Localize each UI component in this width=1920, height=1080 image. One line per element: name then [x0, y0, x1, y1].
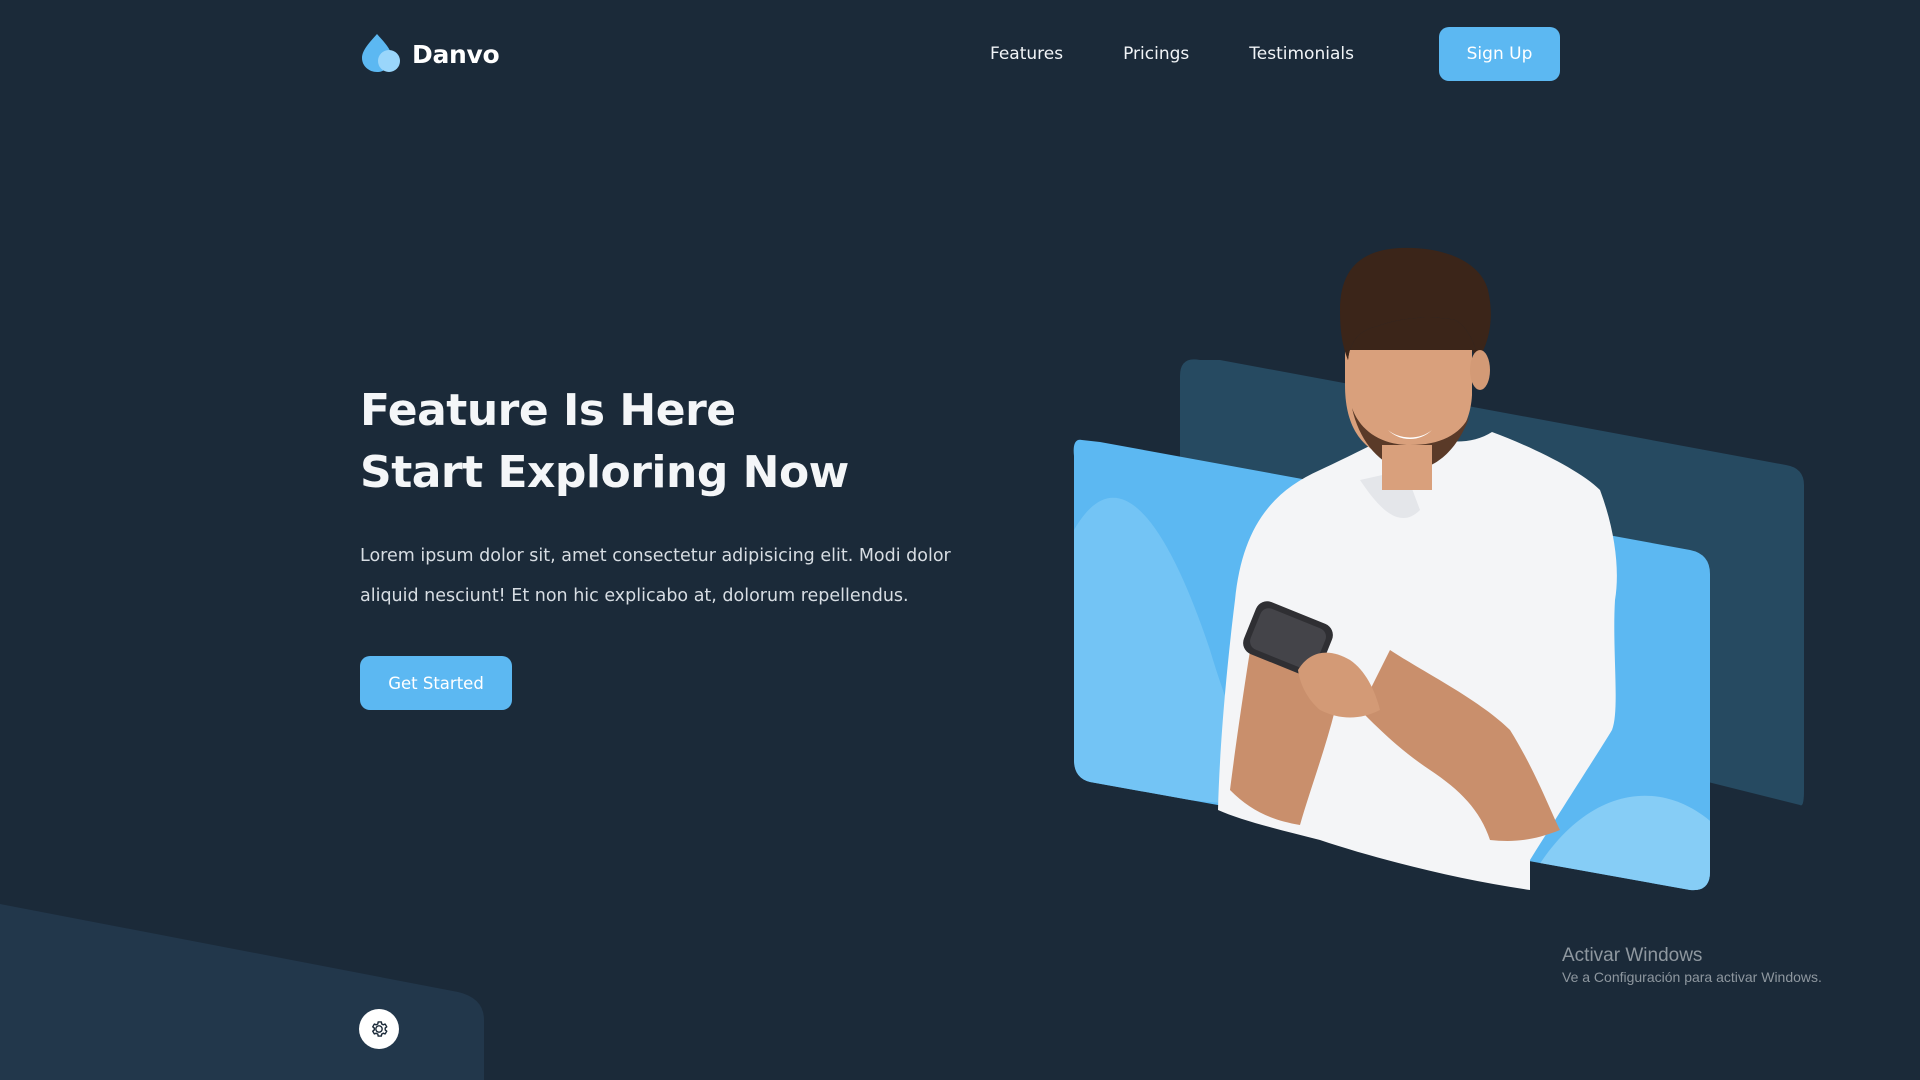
hero-description: Lorem ipsum dolor sit, amet consectetur … — [360, 546, 951, 606]
hero-title-line-1: Feature Is Here — [360, 385, 736, 436]
nav-link-features[interactable]: Features — [990, 44, 1063, 64]
brand-logo-link[interactable]: Danvo — [360, 30, 500, 78]
windows-activation-watermark: Activar Windows Ve a Configuración para … — [1562, 944, 1902, 986]
decorative-corner-shape — [0, 904, 484, 1080]
hero-illustration — [1073, 247, 1804, 891]
nav-link-testimonials[interactable]: Testimonials — [1249, 44, 1354, 64]
water-drop-icon — [362, 34, 400, 72]
nav-links: Features Pricings Testimonials — [960, 27, 1414, 81]
watermark-subtitle: Ve a Configuración para activar Windows. — [1562, 969, 1822, 985]
gear-icon — [372, 1021, 388, 1037]
watermark-title: Activar Windows — [1562, 945, 1703, 966]
get-started-button[interactable]: Get Started — [360, 656, 512, 710]
brand-name: Danvo — [412, 39, 500, 69]
settings-button[interactable] — [359, 1009, 399, 1049]
person-photo — [1218, 247, 1617, 890]
navbar: Danvo Features Pricings Testimonials Sig… — [0, 0, 1920, 108]
hero-title-line-2: Start Exploring Now — [360, 447, 849, 498]
hero-title: Feature Is Here Start Exploring Now — [360, 380, 1060, 504]
sign-up-button[interactable]: Sign Up — [1439, 27, 1560, 81]
nav-link-pricings[interactable]: Pricings — [1123, 44, 1189, 64]
